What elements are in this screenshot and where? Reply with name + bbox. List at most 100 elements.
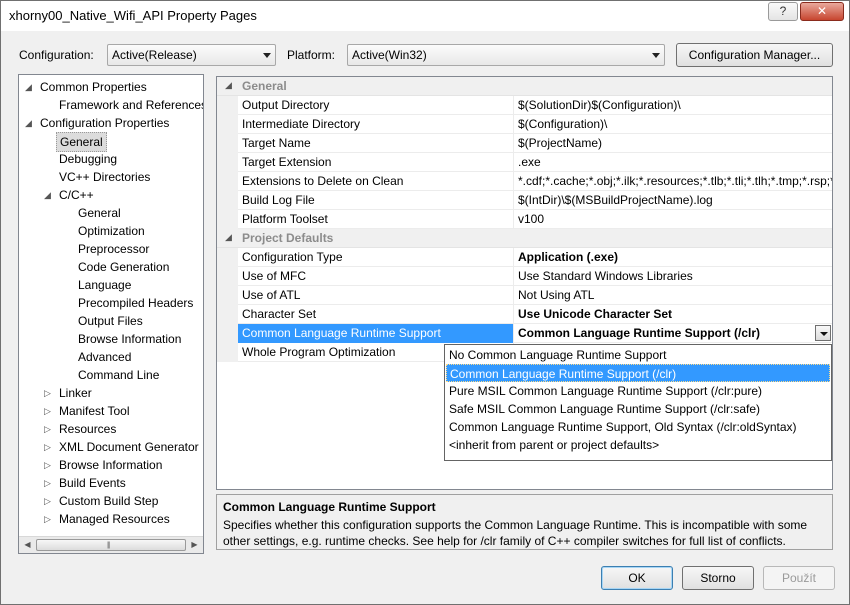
tree-item[interactable]: ▷ Browse Information xyxy=(19,456,203,474)
dropdown-option[interactable]: Pure MSIL Common Language Runtime Suppor… xyxy=(446,382,830,400)
dropdown-option[interactable]: Common Language Runtime Support (/clr) xyxy=(446,364,830,382)
collapsed-triangle-icon[interactable]: ▷ xyxy=(44,474,54,492)
help-button[interactable]: ? xyxy=(768,2,798,21)
grid-property-row[interactable]: Build Log File $(IntDir)\$(MSBuildProject… xyxy=(217,191,832,210)
property-name: Use of MFC xyxy=(242,269,307,283)
grid-property-row[interactable]: Use of ATL Not Using ATL xyxy=(217,286,832,305)
tree-item[interactable]: Browse Information xyxy=(19,330,203,348)
tree-item-label: General xyxy=(78,206,121,220)
property-value[interactable]: $(Configuration)\ xyxy=(513,115,832,134)
collapsed-triangle-icon[interactable]: ▷ xyxy=(44,456,54,474)
expanded-triangle-icon[interactable]: ◢ xyxy=(44,186,54,204)
grid-property-row[interactable]: Use of MFC Use Standard Windows Libraries xyxy=(217,267,832,286)
category-tree[interactable]: ▷ Managed Resources ▷ Custom Build Step ▷ Bui… xyxy=(18,74,204,554)
tree-item[interactable]: ▷ XML Document Generator xyxy=(19,438,203,456)
tree-item[interactable]: ◢ Common Properties xyxy=(19,78,203,96)
clr-support-dropdown-list[interactable]: No Common Language Runtime Support Common… xyxy=(444,344,832,461)
tree-item[interactable]: ▷ Managed Resources xyxy=(19,510,203,528)
grid-property-row[interactable]: Target Name $(ProjectName) xyxy=(217,134,832,153)
collapsed-triangle-icon[interactable]: ▷ xyxy=(44,492,54,510)
tree-item[interactable]: General xyxy=(19,204,203,222)
collapsed-triangle-icon[interactable]: ▷ xyxy=(44,384,54,402)
dropdown-option[interactable]: <inherit from parent or project defaults… xyxy=(446,436,830,454)
tree-item[interactable]: Output Files xyxy=(19,312,203,330)
tree-horizontal-scrollbar[interactable]: ◀ ||| ▶ xyxy=(19,536,203,553)
property-value[interactable]: Use Standard Windows Libraries xyxy=(513,267,832,286)
close-button[interactable]: ✕ xyxy=(800,2,844,21)
property-value[interactable]: *.cdf;*.cache;*.obj;*.ilk;*.resources;*.… xyxy=(513,172,832,191)
row-gutter xyxy=(217,305,238,324)
property-value[interactable]: Application (.exe) xyxy=(513,248,832,267)
tree-item[interactable]: ▷ Build Events xyxy=(19,474,203,492)
scroll-right-icon[interactable]: ▶ xyxy=(186,537,203,553)
tree-item[interactable]: ◢ C/C++ xyxy=(19,186,203,204)
property-value[interactable]: $(ProjectName) xyxy=(513,134,832,153)
tree-item[interactable]: Optimization xyxy=(19,222,203,240)
grip-icon: ||| xyxy=(107,542,111,549)
tree-item[interactable]: Command Line xyxy=(19,366,203,384)
expanded-triangle-icon[interactable]: ◢ xyxy=(25,114,35,132)
property-value[interactable]: v100 xyxy=(513,210,832,229)
collapsed-triangle-icon[interactable]: ▷ xyxy=(44,510,54,528)
row-gutter xyxy=(217,343,238,362)
dropdown-option[interactable]: Common Language Runtime Support, Old Syn… xyxy=(446,418,830,436)
property-value[interactable]: Use Unicode Character Set xyxy=(513,305,832,324)
dropdown-option[interactable]: Safe MSIL Common Language Runtime Suppor… xyxy=(446,400,830,418)
tree-item[interactable]: General xyxy=(19,132,203,152)
grid-property-row[interactable]: Character Set Use Unicode Character Set xyxy=(217,305,832,324)
tree-item-label: Configuration Properties xyxy=(40,116,170,130)
grid-category-row[interactable]: ◢ Project Defaults xyxy=(217,229,832,248)
grid-property-row[interactable]: Extensions to Delete on Clean *.cdf;*.cac… xyxy=(217,172,832,191)
tree-item[interactable]: ▷ Custom Build Step xyxy=(19,492,203,510)
tree-item-label: VC++ Directories xyxy=(59,170,151,184)
platform-select[interactable]: Active(Win32) xyxy=(347,44,665,66)
row-gutter xyxy=(217,96,238,115)
tree-item[interactable]: Advanced xyxy=(19,348,203,366)
configuration-manager-button[interactable]: Configuration Manager... xyxy=(676,43,833,67)
collapsed-triangle-icon[interactable]: ▷ xyxy=(44,438,54,456)
row-gutter xyxy=(217,153,238,172)
property-value[interactable]: $(SolutionDir)$(Configuration)\ xyxy=(513,96,832,115)
tree-item-label: Output Files xyxy=(78,314,143,328)
tree-item[interactable]: Preprocessor xyxy=(19,240,203,258)
tree-item[interactable]: Precompiled Headers xyxy=(19,294,203,312)
grid-property-row[interactable]: Configuration Type Application (.exe) xyxy=(217,248,832,267)
grid-property-row[interactable]: Output Directory $(SolutionDir)$(Configur… xyxy=(217,96,832,115)
dropdown-option[interactable]: No Common Language Runtime Support xyxy=(446,346,830,364)
property-value[interactable]: Common Language Runtime Support (/clr) xyxy=(513,324,832,343)
tree-item[interactable]: ▷ Linker xyxy=(19,384,203,402)
scroll-left-icon[interactable]: ◀ xyxy=(19,537,36,553)
property-name: Output Directory xyxy=(242,98,330,112)
grid-property-row[interactable]: Platform Toolset v100 xyxy=(217,210,832,229)
dropdown-button[interactable] xyxy=(815,325,831,341)
property-value[interactable]: $(IntDir)\$(MSBuildProjectName).log xyxy=(513,191,832,210)
tree-item[interactable]: Code Generation xyxy=(19,258,203,276)
tree-item[interactable]: Language xyxy=(19,276,203,294)
property-value[interactable]: .exe xyxy=(513,153,832,172)
row-gutter xyxy=(217,286,238,305)
expanded-triangle-icon[interactable]: ◢ xyxy=(225,232,232,243)
property-value[interactable]: Not Using ATL xyxy=(513,286,832,305)
cancel-button[interactable]: Storno xyxy=(682,566,754,590)
ok-button[interactable]: OK xyxy=(601,566,673,590)
tree-item-label: Managed Resources xyxy=(59,512,170,526)
grid-property-row[interactable]: Intermediate Directory $(Configuration)\ xyxy=(217,115,832,134)
tree-item-label: General xyxy=(56,132,107,152)
tree-item[interactable]: VC++ Directories xyxy=(19,168,203,186)
configuration-select[interactable]: Active(Release) xyxy=(107,44,276,66)
tree-item[interactable]: Framework and References xyxy=(19,96,203,114)
tree-item[interactable]: ▷ Resources xyxy=(19,420,203,438)
grid-property-row[interactable]: Target Extension .exe xyxy=(217,153,832,172)
grid-property-row[interactable]: Common Language Runtime Support Common La… xyxy=(217,324,832,343)
row-gutter xyxy=(217,115,238,134)
apply-button[interactable]: Použít xyxy=(763,566,835,590)
collapsed-triangle-icon[interactable]: ▷ xyxy=(44,420,54,438)
tree-item[interactable]: ◢ Configuration Properties xyxy=(19,114,203,132)
tree-item[interactable]: Debugging xyxy=(19,150,203,168)
scroll-thumb[interactable]: ||| xyxy=(36,539,186,551)
expanded-triangle-icon[interactable]: ◢ xyxy=(225,80,232,91)
expanded-triangle-icon[interactable]: ◢ xyxy=(25,78,35,96)
tree-item[interactable]: ▷ Manifest Tool xyxy=(19,402,203,420)
grid-category-row[interactable]: ◢ General xyxy=(217,77,832,96)
collapsed-triangle-icon[interactable]: ▷ xyxy=(44,402,54,420)
